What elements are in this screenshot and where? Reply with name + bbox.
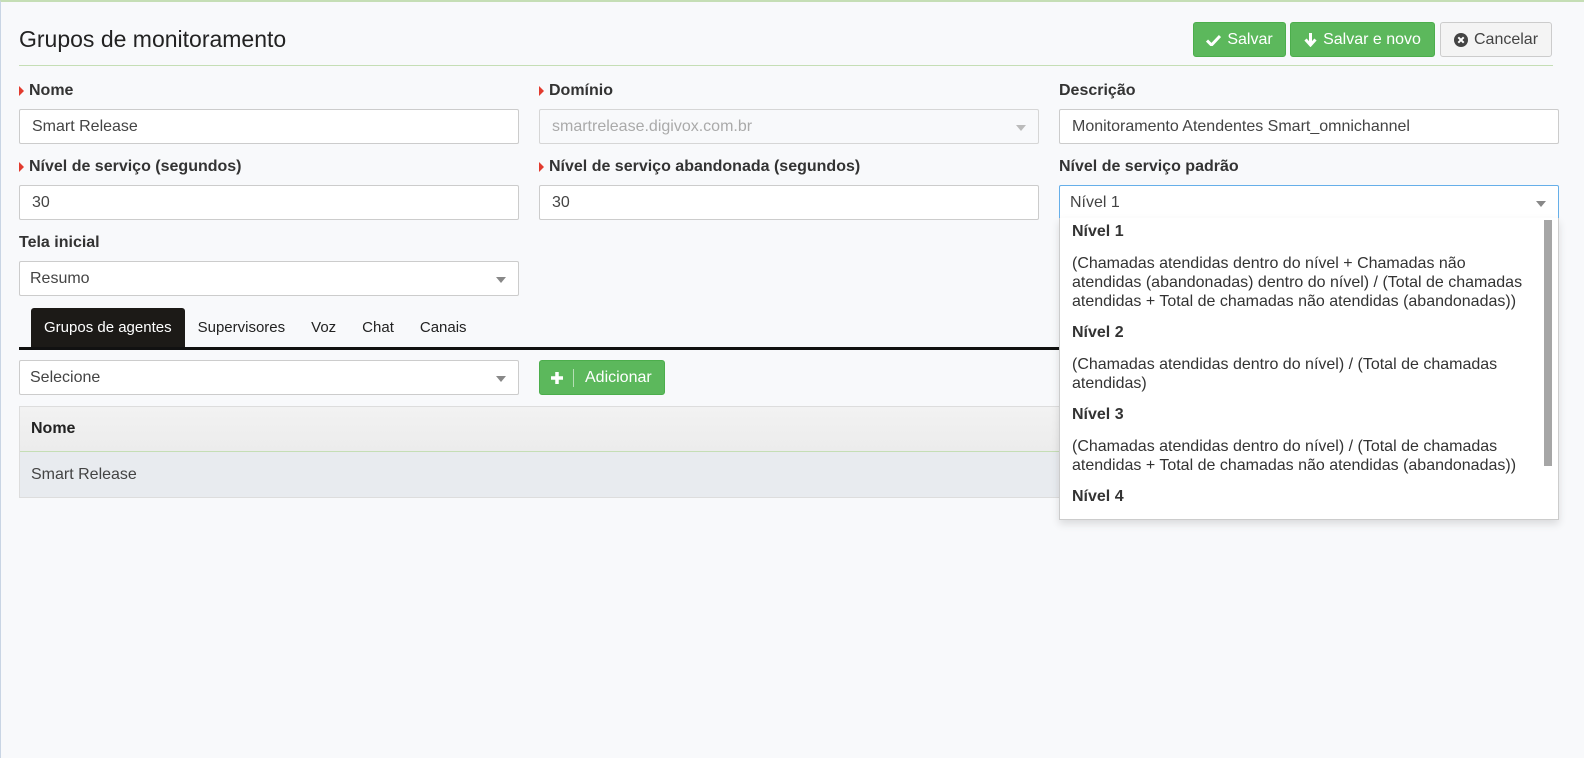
- dropdown-scrollbar[interactable]: [1544, 220, 1552, 466]
- chevron-down-icon: [1016, 125, 1026, 131]
- nivel-abandonada-label-text: Nível de serviço abandonada (segundos): [549, 158, 861, 175]
- dropdown-option-nivel-1[interactable]: Nível 1 (Chamadas atendidas dentro do ní…: [1060, 218, 1542, 311]
- option-description: (Chamadas atendidas dentro do nível) / (…: [1072, 438, 1517, 474]
- chevron-down-icon: [1536, 201, 1546, 207]
- tab-chat[interactable]: Chat: [349, 308, 407, 347]
- descricao-field[interactable]: Monitoramento Atendentes Smart_omnichann…: [1059, 109, 1559, 144]
- table-cell-nome: Smart Release: [31, 465, 137, 483]
- tab-voz[interactable]: Voz: [298, 308, 349, 347]
- nome-label-text: Nome: [29, 82, 74, 99]
- option-title: Nível 3: [1072, 406, 1124, 423]
- chevron-down-icon: [496, 376, 506, 382]
- required-marker-icon: [19, 86, 24, 96]
- descricao-label-text: Descrição: [1059, 82, 1136, 99]
- agent-groups-table: Nome Smart Release: [19, 406, 1069, 498]
- agent-group-select-value: Selecione: [30, 368, 101, 386]
- check-icon: [1206, 34, 1222, 46]
- descricao-label: Descrição: [1059, 82, 1136, 100]
- required-marker-icon: [539, 162, 544, 172]
- save-button-label: Salvar: [1227, 30, 1273, 48]
- nome-field[interactable]: Smart Release: [19, 109, 519, 144]
- option-title: Nível 1: [1072, 223, 1124, 240]
- close-circle-icon: [1453, 32, 1468, 47]
- page-header: Grupos de monitoramento Salvar Salvar e …: [19, 22, 1553, 66]
- required-marker-icon: [19, 162, 24, 172]
- nivel-servico-label: Nível de serviço (segundos): [19, 158, 242, 176]
- save-and-new-button-label: Salvar e novo: [1323, 30, 1421, 48]
- dominio-label: Domínio: [539, 82, 613, 100]
- table-row[interactable]: Smart Release: [20, 452, 1068, 497]
- option-title: Nível 4: [1072, 488, 1124, 505]
- dominio-select: smartrelease.digivox.com.br: [539, 109, 1039, 144]
- dropdown-option-nivel-3[interactable]: Nível 3 (Chamadas atendidas dentro do ní…: [1060, 401, 1542, 475]
- nivel-padrao-dropdown: Nível 1 (Chamadas atendidas dentro do ní…: [1059, 218, 1559, 520]
- nome-label: Nome: [19, 82, 73, 100]
- plus-icon: [540, 368, 574, 387]
- option-description: (Chamadas atendidas dentro do nível) / (…: [1072, 356, 1498, 392]
- dominio-value: smartrelease.digivox.com.br: [552, 117, 753, 135]
- dropdown-option-nivel-4[interactable]: Nível 4: [1060, 483, 1542, 509]
- add-agent-group-button[interactable]: Adicionar: [539, 360, 665, 395]
- agent-group-select[interactable]: Selecione: [19, 360, 519, 395]
- tab-bar: Grupos de agentes Supervisores Voz Chat …: [19, 308, 1059, 350]
- nivel-abandonada-label: Nível de serviço abandonada (segundos): [539, 158, 860, 176]
- table-header-nome: Nome: [20, 407, 1068, 452]
- cancel-button-label: Cancelar: [1473, 30, 1539, 48]
- nivel-servico-label-text: Nível de serviço (segundos): [29, 158, 242, 175]
- nivel-padrao-value: Nível 1: [1070, 193, 1120, 211]
- tab-canais[interactable]: Canais: [407, 308, 480, 347]
- tab-grupos-de-agentes[interactable]: Grupos de agentes: [31, 308, 185, 347]
- dropdown-option-nivel-2[interactable]: Nível 2 (Chamadas atendidas dentro do ní…: [1060, 319, 1542, 393]
- arrow-down-icon: [1304, 32, 1317, 47]
- dropdown-options-list: Nível 1 (Chamadas atendidas dentro do ní…: [1060, 218, 1542, 509]
- nivel-padrao-label: Nível de serviço padrão: [1059, 158, 1239, 176]
- page-title: Grupos de monitoramento: [19, 26, 287, 52]
- option-title: Nível 2: [1072, 324, 1124, 341]
- tab-supervisores[interactable]: Supervisores: [185, 308, 299, 347]
- option-description: (Chamadas atendidas dentro do nível + Ch…: [1072, 255, 1523, 310]
- save-button[interactable]: Salvar: [1193, 22, 1286, 57]
- nivel-padrao-select[interactable]: Nível 1: [1059, 185, 1559, 220]
- chevron-down-icon: [496, 277, 506, 283]
- nivel-abandonada-field[interactable]: 30: [539, 185, 1039, 220]
- cancel-button[interactable]: Cancelar: [1440, 22, 1552, 57]
- nivel-padrao-label-text: Nível de serviço padrão: [1059, 158, 1239, 175]
- tela-inicial-label: Tela inicial: [19, 234, 100, 252]
- required-marker-icon: [539, 86, 544, 96]
- dominio-label-text: Domínio: [549, 82, 613, 99]
- tela-inicial-label-text: Tela inicial: [19, 234, 100, 251]
- nivel-servico-field[interactable]: 30: [19, 185, 519, 220]
- save-and-new-button[interactable]: Salvar e novo: [1290, 22, 1435, 57]
- tela-inicial-select[interactable]: Resumo: [19, 261, 519, 296]
- add-button-label: Adicionar: [585, 368, 652, 386]
- tela-inicial-value: Resumo: [30, 269, 90, 287]
